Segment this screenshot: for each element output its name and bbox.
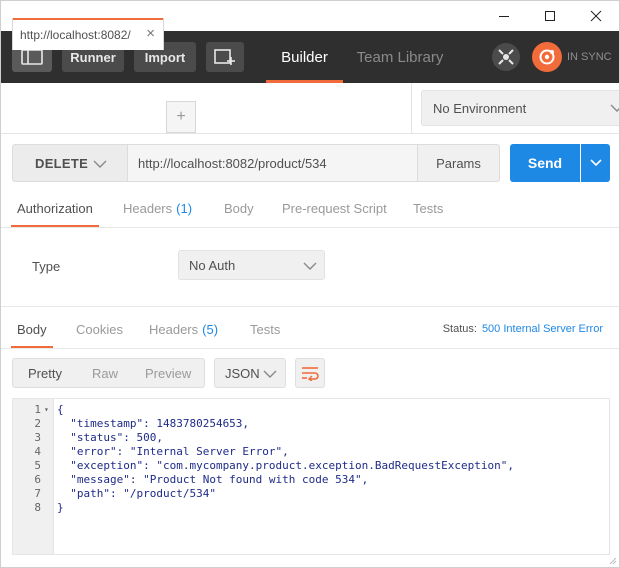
code-line: 6 "message": "Product Not found with cod… bbox=[13, 473, 573, 487]
line-number: 6 bbox=[34, 473, 41, 486]
code-line: 1 ▾ { bbox=[13, 403, 573, 417]
tab-label: Headers bbox=[149, 321, 199, 337]
environment-divider bbox=[411, 83, 412, 133]
tab-request-body[interactable]: Body bbox=[224, 189, 254, 227]
tab-label: Cookies bbox=[76, 321, 123, 337]
close-window-button[interactable] bbox=[573, 1, 619, 31]
code-line: 7 "path": "/product/534" bbox=[13, 487, 573, 501]
status-value: 500 Internal Server Error bbox=[481, 323, 603, 335]
tab-cookies[interactable]: Cookies bbox=[76, 310, 123, 348]
body-view-mode-group: Pretty Raw Preview bbox=[12, 358, 205, 388]
interceptor-button[interactable] bbox=[492, 43, 520, 71]
sync-status-label: IN SYNC bbox=[567, 51, 612, 63]
code-line: 3 "status": 500, bbox=[13, 431, 573, 445]
line-number: 2 bbox=[34, 417, 41, 430]
chevron-down-icon bbox=[303, 262, 317, 270]
code-text: "path": "/product/534" bbox=[57, 487, 216, 500]
sync-status-button[interactable] bbox=[532, 42, 562, 72]
line-number: 4 bbox=[34, 445, 41, 458]
code-line: 2 "timestamp": 1483780254653, bbox=[13, 417, 573, 431]
tab-label: Authorization bbox=[17, 200, 93, 216]
headers-count: (5) bbox=[202, 321, 219, 337]
auth-type-label: Type bbox=[32, 259, 61, 274]
team-library-tab[interactable]: Team Library bbox=[356, 31, 444, 83]
code-line: 5 "exception": "com.mycompany.product.ex… bbox=[13, 459, 573, 473]
code-text: { bbox=[57, 403, 64, 416]
line-number: 3 bbox=[34, 431, 41, 444]
tab-request-headers[interactable]: Headers (1) bbox=[123, 189, 192, 227]
fold-toggle-icon[interactable]: ▾ bbox=[44, 403, 49, 417]
tab-tests[interactable]: Tests bbox=[413, 189, 443, 227]
request-tab[interactable]: http://localhost:8082/ × bbox=[12, 18, 164, 50]
tab-label: Headers bbox=[123, 200, 173, 216]
code-line: 4 "error": "Internal Server Error", bbox=[13, 445, 573, 459]
request-tabs-divider bbox=[1, 227, 619, 228]
line-number: 1 bbox=[34, 403, 41, 416]
chevron-down-icon bbox=[589, 159, 602, 167]
raw-mode-button[interactable]: Raw bbox=[92, 359, 118, 387]
tab-pre-request-script[interactable]: Pre-request Script bbox=[282, 189, 387, 227]
code-text: "message": "Product Not found with code … bbox=[57, 473, 369, 486]
code-text: "error": "Internal Server Error", bbox=[57, 445, 289, 458]
code-text: "status": 500, bbox=[57, 431, 163, 444]
code-text: "timestamp": 1483780254653, bbox=[57, 417, 250, 430]
builder-tab[interactable]: Builder bbox=[266, 31, 343, 83]
method-select[interactable]: DELETE bbox=[12, 144, 128, 182]
response-status: Status: 500 Internal Server Error bbox=[443, 307, 603, 351]
code-text: } bbox=[57, 501, 64, 514]
sync-icon bbox=[539, 49, 555, 65]
preview-mode-button[interactable]: Preview bbox=[145, 359, 191, 387]
new-tab-icon bbox=[214, 49, 235, 65]
tab-label: Tests bbox=[250, 321, 281, 337]
code-line: 8} bbox=[13, 501, 573, 515]
wrap-lines-button[interactable] bbox=[295, 358, 325, 388]
tab-response-headers[interactable]: Headers (5) bbox=[149, 310, 218, 348]
chevron-down-icon bbox=[263, 370, 277, 378]
method-value: DELETE bbox=[35, 155, 89, 171]
minimize-icon bbox=[499, 16, 509, 17]
close-tab-icon[interactable]: × bbox=[146, 25, 155, 42]
chevron-down-icon bbox=[93, 160, 107, 168]
postman-window: Runner Import Builder Team Library IN SY… bbox=[0, 0, 620, 568]
new-window-button[interactable] bbox=[206, 42, 244, 72]
request-tab-label: http://localhost:8082/ bbox=[20, 27, 131, 42]
wrap-lines-icon bbox=[302, 367, 319, 381]
code-text: "exception": "com.mycompany.product.exce… bbox=[57, 459, 514, 472]
pretty-mode-button[interactable]: Pretty bbox=[28, 359, 62, 387]
close-icon bbox=[590, 10, 602, 22]
params-button[interactable]: Params bbox=[418, 144, 500, 182]
satellite-icon bbox=[498, 49, 514, 65]
tab-label: Body bbox=[17, 321, 47, 337]
maximize-button[interactable] bbox=[527, 1, 573, 31]
send-button[interactable]: Send bbox=[510, 144, 580, 182]
response-tabs-divider bbox=[1, 348, 619, 349]
status-label: Status: bbox=[442, 323, 477, 335]
response-body-editor[interactable]: 1 ▾{2 "timestamp": 1483780254653, 3 "statu… bbox=[12, 398, 610, 555]
maximize-icon bbox=[545, 11, 555, 21]
sidebar-icon bbox=[21, 49, 43, 65]
chevron-down-icon bbox=[610, 104, 619, 112]
tab-response-body[interactable]: Body bbox=[11, 310, 53, 348]
add-tab-button[interactable]: + bbox=[166, 101, 196, 133]
headers-count: (1) bbox=[176, 200, 193, 216]
line-number: 7 bbox=[34, 487, 41, 500]
environment-select[interactable]: No Environment bbox=[421, 90, 619, 126]
language-select[interactable]: JSON bbox=[214, 358, 286, 388]
line-number: 5 bbox=[34, 459, 41, 472]
resize-grip-icon[interactable] bbox=[609, 557, 617, 565]
tab-label: Pre-request Script bbox=[282, 200, 387, 216]
tab-authorization[interactable]: Authorization bbox=[11, 189, 99, 227]
tab-label: Body bbox=[224, 200, 254, 216]
language-value: JSON bbox=[225, 365, 260, 381]
tab-label: Tests bbox=[413, 200, 444, 216]
tab-response-tests[interactable]: Tests bbox=[250, 310, 280, 348]
environment-select-value: No Environment bbox=[433, 100, 527, 116]
auth-type-select[interactable]: No Auth bbox=[178, 250, 325, 280]
auth-type-value: No Auth bbox=[189, 257, 236, 273]
url-input[interactable]: http://localhost:8082/product/534 bbox=[128, 144, 418, 182]
line-number: 8 bbox=[34, 501, 41, 514]
minimize-button[interactable] bbox=[481, 1, 527, 31]
send-options-button[interactable] bbox=[581, 144, 610, 182]
